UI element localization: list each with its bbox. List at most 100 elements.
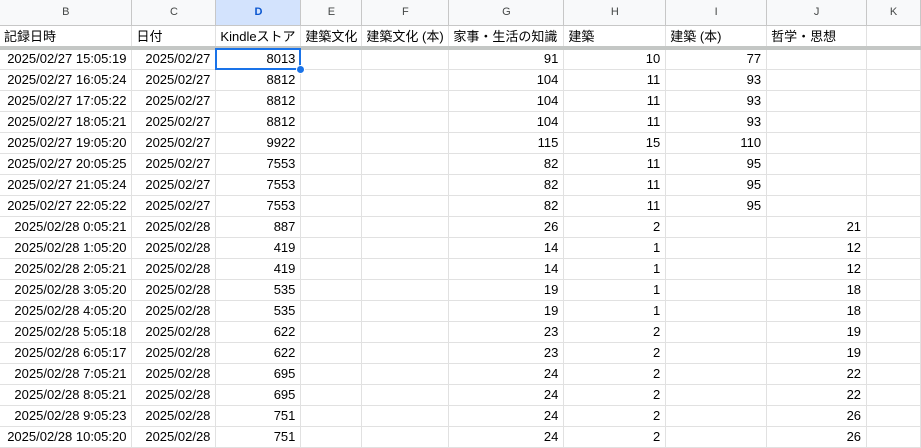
cell-g-row[interactable]: 104	[448, 111, 565, 133]
cell-i-row[interactable]: 95	[665, 153, 768, 175]
spreadsheet-grid[interactable]: B C D E F G H I J K 記録日時 日付 Kindleストア 建築文化 建築文化 (本) 家事・…	[0, 0, 921, 448]
cell-d-row[interactable]: 695	[215, 384, 302, 406]
cell-f-row[interactable]	[361, 342, 450, 364]
cell-b-row[interactable]: 2025/02/28 6:05:17	[0, 342, 133, 364]
cell-c-row[interactable]: 2025/02/27	[131, 90, 217, 112]
cell-k-row[interactable]	[866, 342, 921, 364]
cell-h-row[interactable]: 2	[563, 405, 667, 427]
cell-f-row[interactable]	[361, 195, 450, 217]
column-header-b[interactable]: B	[0, 0, 133, 26]
cell-j-row[interactable]	[766, 48, 868, 70]
cell-e-row[interactable]	[300, 237, 363, 259]
cell-k-row[interactable]	[866, 300, 921, 322]
cell-f-row[interactable]	[361, 90, 450, 112]
cell-i-row[interactable]	[665, 405, 768, 427]
cell-c-row[interactable]: 2025/02/28	[131, 384, 217, 406]
cell-d-row[interactable]: 751	[215, 426, 302, 448]
cell-f-row[interactable]	[361, 132, 450, 154]
cell-i-row[interactable]	[665, 384, 768, 406]
cell-j-row[interactable]: 12	[766, 237, 868, 259]
cell-i-row[interactable]	[665, 279, 768, 301]
cell-e-row[interactable]	[300, 153, 363, 175]
cell-d-row[interactable]: 695	[215, 363, 302, 385]
column-header-d[interactable]: D	[215, 0, 302, 26]
cell-i-row[interactable]: 93	[665, 111, 768, 133]
cell-j-row[interactable]: 22	[766, 384, 868, 406]
cell-k-row[interactable]	[866, 69, 921, 91]
cell-i-row[interactable]	[665, 426, 768, 448]
cell-g-row[interactable]: 23	[448, 321, 565, 343]
cell-c-row[interactable]: 2025/02/28	[131, 300, 217, 322]
cell-c-row[interactable]: 2025/02/28	[131, 363, 217, 385]
cell-f-row[interactable]	[361, 279, 450, 301]
cell-h-row[interactable]: 2	[563, 216, 667, 238]
cell-i-row[interactable]: 93	[665, 69, 768, 91]
cell-h-row[interactable]: 11	[563, 111, 667, 133]
cell-d-row[interactable]: 7553	[215, 195, 302, 217]
cell-g-row[interactable]: 82	[448, 153, 565, 175]
cell-k-row[interactable]	[866, 216, 921, 238]
cell-k-row[interactable]	[866, 426, 921, 448]
cell-d-row[interactable]: 8013	[215, 48, 302, 70]
cell-f-row[interactable]	[361, 111, 450, 133]
cell-g-row[interactable]: 24	[448, 426, 565, 448]
cell-k-row[interactable]	[866, 111, 921, 133]
cell-h-row[interactable]: 15	[563, 132, 667, 154]
column-header-k[interactable]: K	[866, 0, 921, 26]
cell-e-row[interactable]	[300, 132, 363, 154]
cell-j-row[interactable]: 19	[766, 321, 868, 343]
cell-g-row[interactable]: 82	[448, 174, 565, 196]
cell-h-row[interactable]: 11	[563, 69, 667, 91]
cell-i-row[interactable]	[665, 237, 768, 259]
cell-i-row[interactable]: 95	[665, 174, 768, 196]
cell-k-row[interactable]	[866, 363, 921, 385]
cell-h-row[interactable]: 11	[563, 153, 667, 175]
cell-e-row[interactable]	[300, 195, 363, 217]
cell-i-row[interactable]	[665, 216, 768, 238]
cell-k-row[interactable]	[866, 279, 921, 301]
cell-j-row[interactable]	[766, 153, 868, 175]
cell-j-row[interactable]: 18	[766, 279, 868, 301]
cell-k-row[interactable]	[866, 48, 921, 70]
cell-f-row[interactable]	[361, 237, 450, 259]
cell-h-row[interactable]: 2	[563, 342, 667, 364]
cell-f-row[interactable]	[361, 69, 450, 91]
cell-i-row[interactable]	[665, 300, 768, 322]
cell-d-row[interactable]: 8812	[215, 69, 302, 91]
cell-k-row[interactable]	[866, 237, 921, 259]
cell-e-row[interactable]	[300, 300, 363, 322]
cell-h-row[interactable]: 1	[563, 300, 667, 322]
cell-f-row[interactable]	[361, 153, 450, 175]
column-header-c[interactable]: C	[131, 0, 217, 26]
cell-k-row[interactable]	[866, 321, 921, 343]
cell-c-row[interactable]: 2025/02/28	[131, 216, 217, 238]
cell-f-row[interactable]	[361, 363, 450, 385]
cell-e-row[interactable]	[300, 174, 363, 196]
cell-d-row[interactable]: 8812	[215, 111, 302, 133]
cell-h-row[interactable]: 1	[563, 279, 667, 301]
cell-j-row[interactable]	[766, 90, 868, 112]
cell-c-row[interactable]: 2025/02/28	[131, 237, 217, 259]
cell-f-row[interactable]	[361, 300, 450, 322]
cell-c-row[interactable]: 2025/02/27	[131, 195, 217, 217]
cell-k-row[interactable]	[866, 153, 921, 175]
cell-h-row[interactable]: 2	[563, 321, 667, 343]
cell-b-row[interactable]: 2025/02/28 3:05:20	[0, 279, 133, 301]
cell-j-row[interactable]: 18	[766, 300, 868, 322]
cell-h-row[interactable]: 10	[563, 48, 667, 70]
cell-e-row[interactable]	[300, 363, 363, 385]
cell-b-row[interactable]: 2025/02/27 18:05:21	[0, 111, 133, 133]
column-header-j[interactable]: J	[766, 0, 868, 26]
cell-i-row[interactable]	[665, 342, 768, 364]
cell-f-row[interactable]	[361, 174, 450, 196]
cell-c-row[interactable]: 2025/02/28	[131, 405, 217, 427]
cell-c-row[interactable]: 2025/02/27	[131, 111, 217, 133]
cell-c-row[interactable]: 2025/02/27	[131, 69, 217, 91]
cell-b-row[interactable]: 2025/02/28 2:05:21	[0, 258, 133, 280]
cell-j-row[interactable]	[766, 195, 868, 217]
cell-i-row[interactable]: 95	[665, 195, 768, 217]
cell-g-row[interactable]: 104	[448, 69, 565, 91]
cell-f-row[interactable]	[361, 216, 450, 238]
cell-e-row[interactable]	[300, 216, 363, 238]
cell-j-row[interactable]	[766, 111, 868, 133]
